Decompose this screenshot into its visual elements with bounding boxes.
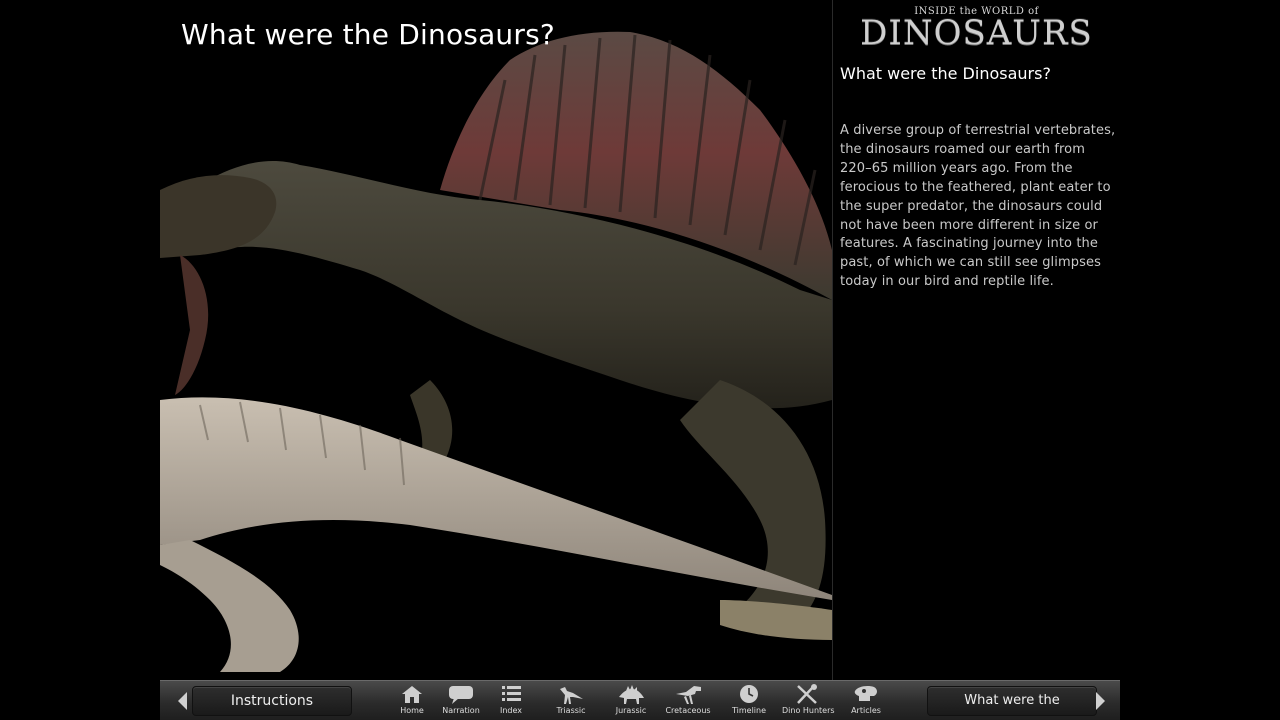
skull-icon: [854, 686, 877, 701]
previous-page-button[interactable]: Instructions: [170, 684, 352, 717]
spinosaurus-image: [160, 31, 832, 672]
speech-bubble-icon: [449, 686, 473, 704]
triassic-dino-icon: [560, 687, 583, 704]
next-page-button[interactable]: What were the Dinosaurs?: [927, 684, 1107, 717]
nav-home[interactable]: Home: [387, 683, 437, 719]
next-page-pill: What were the Dinosaurs?: [927, 686, 1097, 716]
nav-index[interactable]: Index: [486, 683, 536, 719]
nav-jurassic[interactable]: Jurassic: [606, 683, 656, 719]
nav-articles[interactable]: Articles: [841, 683, 891, 719]
dinosaur-illustration: [160, 0, 832, 680]
previous-page-label: Instructions: [230, 693, 314, 709]
page-title: What were the Dinosaurs?: [181, 18, 555, 51]
logo-title: DINOSAURS: [860, 13, 1093, 53]
app-logo: INSIDE the WORLD of DINOSAURS: [833, 6, 1120, 51]
previous-page-pill: Instructions: [192, 686, 352, 716]
nav-triassic[interactable]: Triassic: [546, 683, 596, 719]
stegosaurus-icon: [619, 685, 644, 704]
nav-label: Cretaceous: [665, 706, 711, 715]
nav-label: Articles: [851, 706, 881, 715]
tools-icon: [797, 684, 817, 704]
next-page-label: What were the Dinosaurs?: [964, 693, 1060, 708]
nav-label: Index: [499, 706, 523, 715]
panel-heading: What were the Dinosaurs?: [840, 64, 1051, 83]
chevron-left-icon: [178, 692, 187, 710]
nav-label: Dino Hunters: [782, 706, 835, 715]
home-icon: [402, 686, 422, 703]
nav-label: Jurassic: [615, 706, 647, 715]
nav-narration[interactable]: Narration: [436, 683, 486, 719]
nav-label: Narration: [442, 706, 480, 715]
clock-icon: [740, 685, 758, 703]
trex-icon: [676, 686, 701, 704]
nav-cretaceous[interactable]: Cretaceous: [663, 683, 713, 719]
nav-label: Home: [400, 706, 424, 715]
nav-timeline[interactable]: Timeline: [724, 683, 774, 719]
nav-label: Triassic: [556, 706, 586, 715]
bottom-toolbar: Instructions Home Narration Index Triass…: [160, 680, 1120, 720]
chevron-right-icon: [1096, 692, 1105, 710]
panel-description: A diverse group of terrestrial vertebrat…: [840, 123, 1116, 290]
list-icon: [502, 686, 521, 701]
app-frame: What were the Dinosaurs? INSIDE the WORL…: [160, 0, 1120, 720]
nav-label: Timeline: [731, 706, 766, 715]
nav-dino-hunters[interactable]: Dino Hunters: [782, 683, 835, 719]
info-panel: INSIDE the WORLD of DINOSAURS What were …: [833, 0, 1120, 680]
